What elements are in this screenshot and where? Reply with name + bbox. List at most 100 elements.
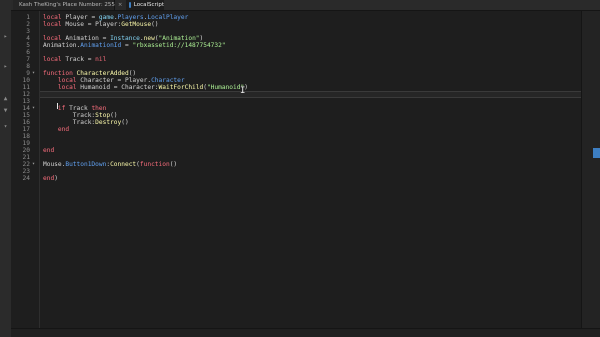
code-token: Character xyxy=(151,77,185,84)
code-line[interactable]: end xyxy=(43,147,54,154)
code-token: Humanoid = Character: xyxy=(76,84,159,91)
code-line[interactable]: local Character = Player.Character xyxy=(43,77,185,84)
line-number: 8 xyxy=(26,63,30,70)
code-token: end xyxy=(43,147,55,154)
fold-toggle-icon[interactable]: ▾ xyxy=(32,70,35,77)
code-token: AnimationId xyxy=(80,42,122,49)
panel-toggle-icon[interactable]: ▸ xyxy=(2,64,9,70)
code-token: Track = xyxy=(61,56,96,63)
code-token: Character = Player. xyxy=(76,77,152,84)
code-line[interactable]: Animation.AnimationId = "rbxassetid://14… xyxy=(43,42,226,49)
line-number: 16 xyxy=(22,119,30,126)
code-token: nil xyxy=(95,56,107,63)
panel-toggle-icon[interactable]: ▾ xyxy=(2,124,9,130)
code-token: () xyxy=(121,119,129,126)
code-token: local xyxy=(43,35,62,42)
code-line[interactable] xyxy=(40,91,582,98)
code-line[interactable]: end) xyxy=(43,175,58,182)
code-token: "Humanoid" xyxy=(206,84,245,91)
tab-bar: Kash TheKing's Place Number: 255 × Local… xyxy=(11,0,600,11)
line-number: 9 xyxy=(26,70,30,77)
code-token: new xyxy=(143,35,155,42)
code-token: Players xyxy=(117,14,144,21)
code-token: local xyxy=(43,56,62,63)
code-line[interactable]: local Animation = Instance.new("Animatio… xyxy=(43,35,203,42)
code-token: "Animation" xyxy=(158,35,200,42)
code-token: local xyxy=(57,77,77,84)
code-token: Instance xyxy=(110,35,140,42)
tab-place-label: Kash TheKing's Place Number: 255 xyxy=(19,2,115,8)
line-number: 10 xyxy=(22,77,30,84)
tab-localscript-label: LocalScript xyxy=(133,2,164,8)
code-token: local xyxy=(57,84,77,91)
code-line[interactable]: local Track = nil xyxy=(43,56,106,63)
fold-toggle-icon[interactable]: ▾ xyxy=(32,161,35,168)
line-number: 1 xyxy=(26,14,30,21)
script-icon xyxy=(129,2,131,8)
panel-toggle-icon[interactable]: ▸ xyxy=(2,34,9,40)
code-token: = xyxy=(121,42,133,49)
code-line[interactable]: if Track then xyxy=(43,105,106,112)
code-token: Connect xyxy=(110,161,137,168)
code-line[interactable]: local Humanoid = Character:WaitForChild(… xyxy=(43,84,248,91)
code-token: () xyxy=(169,161,178,168)
code-token: Stop xyxy=(95,112,111,119)
code-token: Mouse. xyxy=(43,161,66,168)
code-token: then xyxy=(91,105,107,112)
code-token: GetMouse xyxy=(121,21,152,28)
tab-place[interactable]: Kash TheKing's Place Number: 255 × xyxy=(13,0,123,10)
code-token: ) xyxy=(199,35,204,42)
code-token: end xyxy=(57,126,70,133)
line-number: 12 xyxy=(22,91,30,98)
line-number: 14 xyxy=(22,105,30,112)
line-number: 22 xyxy=(22,161,30,168)
code-token: Animation. xyxy=(43,42,81,49)
code-line[interactable]: Mouse.Button1Down:Connect(function() xyxy=(43,161,177,168)
code-token: Mouse = Player: xyxy=(61,21,122,28)
code-token: "rbxassetid://1487754732" xyxy=(132,42,226,49)
code-line[interactable]: local Player = game.Players.LocalPlayer xyxy=(43,14,188,21)
panel-toggle-icon[interactable]: ▼ xyxy=(2,108,9,114)
tab-localscript[interactable]: LocalScript xyxy=(126,0,164,10)
code-token: local xyxy=(43,21,62,28)
code-line[interactable]: Track:Stop() xyxy=(43,112,118,119)
code-token: LocalPlayer xyxy=(147,14,189,21)
horizontal-scrollbar[interactable] xyxy=(11,328,600,337)
mouse-ibeam-cursor: I xyxy=(240,86,246,96)
close-icon[interactable]: × xyxy=(118,2,123,8)
line-number: 13 xyxy=(22,98,30,105)
line-number: 7 xyxy=(26,56,30,63)
line-number: 17 xyxy=(22,126,30,133)
code-line[interactable]: local Mouse = Player:GetMouse() xyxy=(43,21,159,28)
code-token: Animation = xyxy=(61,35,111,42)
panel-toggle-icon[interactable]: ▲ xyxy=(2,96,9,102)
code-token: ) xyxy=(54,175,58,182)
code-token: end xyxy=(43,175,55,182)
code-token: CharacterAdded xyxy=(76,70,129,77)
code-token: Destroy xyxy=(95,119,122,126)
line-number: 18 xyxy=(22,133,30,140)
line-number: 5 xyxy=(26,42,30,49)
code-token: Track: xyxy=(43,119,96,126)
code-token: function xyxy=(43,70,73,77)
code-token: () xyxy=(128,70,137,77)
line-number: 24 xyxy=(22,175,30,182)
code-area[interactable]: local Player = game.Players.LocalPlayer l… xyxy=(39,11,582,329)
code-line[interactable]: function CharacterAdded() xyxy=(43,70,136,77)
scroll-marker xyxy=(593,148,600,158)
code-token: Button1Down xyxy=(65,161,107,168)
vertical-scrollbar[interactable] xyxy=(581,11,600,329)
line-number: 11 xyxy=(22,84,30,91)
script-editor[interactable]: 1 2 3 4 5 6 7 8 9 ▾ 10 11 12 13 14 ▾ 15 16 17 18 19 20 21 22 ▾ 23… xyxy=(11,11,582,329)
line-number: 21 xyxy=(22,154,30,161)
line-number-gutter: 1 2 3 4 5 6 7 8 9 ▾ 10 11 12 13 14 ▾ 15 16 17 18 19 20 21 22 ▾ 23… xyxy=(11,11,39,329)
code-token: () xyxy=(151,21,159,28)
code-line[interactable]: end xyxy=(43,126,69,133)
fold-toggle-icon[interactable]: ▾ xyxy=(32,105,35,112)
code-line[interactable]: Track:Destroy() xyxy=(43,119,129,126)
